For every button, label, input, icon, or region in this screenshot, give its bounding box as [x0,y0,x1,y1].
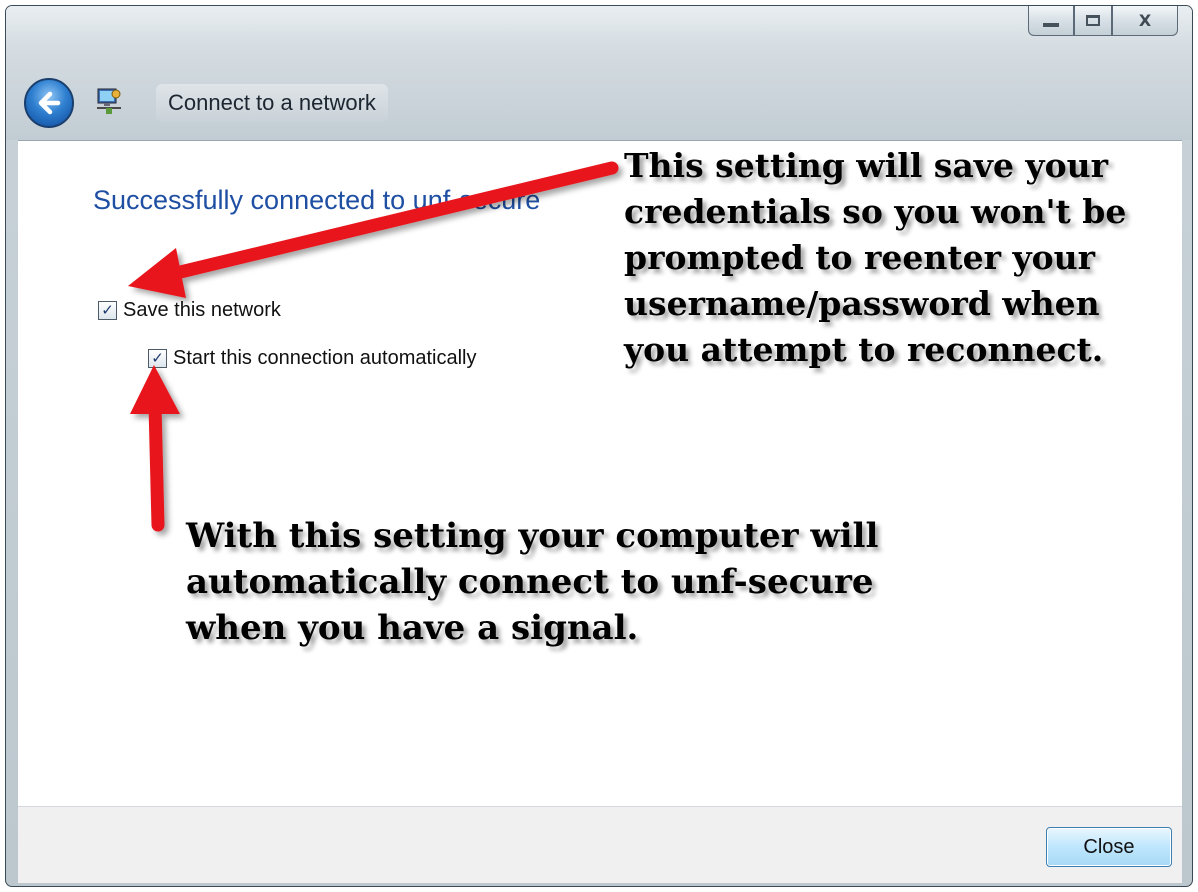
annotation-line: when you have a signal. [186,608,639,648]
close-icon: X [1138,11,1152,30]
save-network-label: Save this network [123,299,281,321]
annotation-line: you attempt to reconnect. [624,330,1104,369]
start-auto-checkbox-row[interactable]: ✓ Start this connection automatically [148,347,477,370]
annotation-line: username/password when [624,284,1100,323]
annotation-line: With this setting your computer will [186,516,879,556]
annotation-line: credentials so you won't be [624,192,1127,231]
start-auto-checkbox[interactable]: ✓ [148,349,167,368]
close-button[interactable]: Close [1046,827,1172,867]
annotation-save-credentials: This setting will save your credentials … [624,143,1126,373]
maximize-icon [1086,15,1100,26]
window-title: Connect to a network [156,84,388,122]
connect-network-window: X Connect to a network Successfully conn… [5,5,1193,887]
content-panel: Successfully connected to unf-secure ✓ S… [18,140,1182,807]
close-window-button[interactable]: X [1112,6,1178,36]
minimize-icon [1043,22,1059,27]
back-button[interactable] [24,78,74,128]
caption-buttons: X [1028,6,1178,40]
page-heading: Successfully connected to unf-secure [93,185,541,215]
save-network-checkbox-row[interactable]: ✓ Save this network [98,299,281,322]
annotation-line: automatically connect to unf-secure [186,562,874,602]
back-arrow-icon [38,91,61,115]
annotation-auto-connect: With this setting your computer will aut… [186,513,878,651]
network-icon [97,88,121,114]
annotation-line: This setting will save your [624,146,1108,185]
title-bar: X Connect to a network [6,6,1192,140]
minimize-button[interactable] [1028,6,1074,36]
save-network-checkbox[interactable]: ✓ [98,301,117,320]
start-auto-label: Start this connection automatically [173,347,477,369]
footer-bar: Close [18,806,1182,883]
annotation-line: prompted to reenter your [624,238,1096,277]
maximize-button[interactable] [1074,6,1112,36]
